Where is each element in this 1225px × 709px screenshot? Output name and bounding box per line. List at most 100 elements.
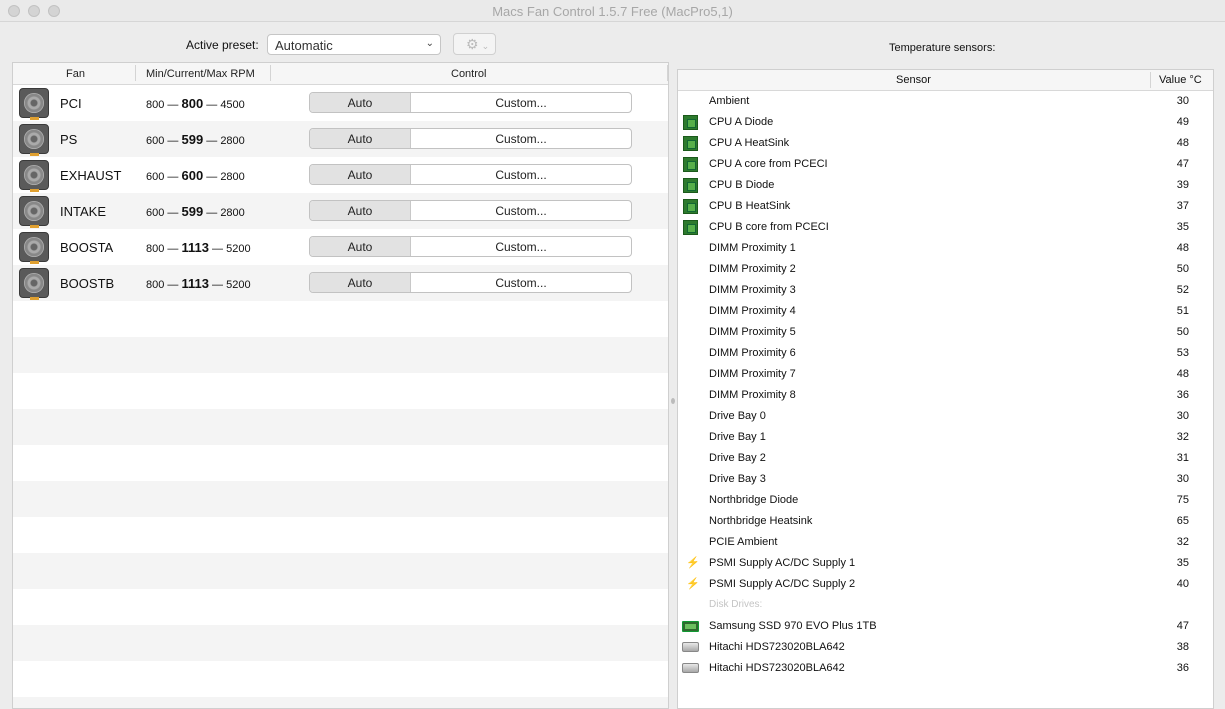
- column-fan[interactable]: Fan: [66, 68, 85, 80]
- disk-row[interactable]: Samsung SSD 970 EVO Plus 1TB 47: [678, 616, 1213, 637]
- sensor-value: 47: [1176, 158, 1189, 170]
- fan-rpm: 800 — 1113 — 5200: [146, 240, 251, 255]
- sensor-row[interactable]: ⚡ PSMI Supply AC/DC Supply 1 35: [678, 553, 1213, 574]
- active-preset-label: Active preset:: [186, 38, 259, 52]
- auto-button[interactable]: Auto: [310, 237, 411, 256]
- cpu-chip-icon: [683, 157, 698, 172]
- sensor-value: 52: [1176, 284, 1189, 296]
- cpu-chip-icon: [683, 115, 698, 130]
- sensor-row[interactable]: ⚡ PSMI Supply AC/DC Supply 2 40: [678, 574, 1213, 595]
- fan-row: PCI 800 — 800 — 4500 Auto Custom...: [13, 85, 668, 121]
- sensor-name: CPU B HeatSink: [709, 200, 791, 212]
- sensor-row[interactable]: Drive Bay 3 30: [678, 469, 1213, 490]
- fan-min-rpm: 800: [146, 243, 165, 255]
- fan-current-rpm: 599: [181, 204, 204, 219]
- sensor-name: Drive Bay 1: [709, 431, 766, 443]
- sensor-row[interactable]: Drive Bay 0 30: [678, 406, 1213, 427]
- fan-max-rpm: 2800: [220, 171, 245, 183]
- custom-button[interactable]: Custom...: [411, 129, 631, 148]
- fan-row: PS 600 — 599 — 2800 Auto Custom...: [13, 121, 668, 157]
- sensor-row[interactable]: DIMM Proximity 2 50: [678, 259, 1213, 280]
- active-preset-select[interactable]: Automatic ⌄: [267, 34, 441, 55]
- sensor-row[interactable]: DIMM Proximity 8 36: [678, 385, 1213, 406]
- auto-button[interactable]: Auto: [310, 129, 411, 148]
- fan-rpm: 800 — 800 — 4500: [146, 96, 245, 111]
- sensor-value: 30: [1176, 473, 1189, 485]
- empty-row: [13, 517, 668, 553]
- empty-row: [13, 625, 668, 661]
- sensor-row[interactable]: Drive Bay 1 32: [678, 427, 1213, 448]
- sensor-row[interactable]: Northbridge Diode 75: [678, 490, 1213, 511]
- auto-button[interactable]: Auto: [310, 93, 411, 112]
- fan-control-segment: Auto Custom...: [309, 128, 632, 149]
- sensor-value: 39: [1176, 179, 1189, 191]
- disk-value: 38: [1176, 641, 1189, 653]
- sensor-name: CPU A core from PCECI: [709, 158, 828, 170]
- sensor-row[interactable]: Ambient 30: [678, 91, 1213, 112]
- sensor-row[interactable]: CPU A HeatSink 48: [678, 133, 1213, 154]
- chevron-down-icon: ⌄: [481, 41, 490, 51]
- window-title: Macs Fan Control 1.5.7 Free (MacPro5,1): [492, 4, 733, 19]
- disk-drives-header: Disk Drives:: [709, 599, 763, 610]
- custom-button[interactable]: Custom...: [411, 273, 631, 292]
- sensor-name: CPU A Diode: [709, 116, 774, 128]
- fan-name: PS: [60, 132, 78, 147]
- disk-row[interactable]: Hitachi HDS723020BLA642 36: [678, 658, 1213, 679]
- sensor-row[interactable]: Northbridge Heatsink 65: [678, 511, 1213, 532]
- column-value[interactable]: Value °C: [1159, 74, 1202, 86]
- fan-rpm: 600 — 599 — 2800: [146, 204, 245, 219]
- fan-name: EXHAUST: [60, 168, 122, 183]
- sensor-value: 51: [1176, 305, 1189, 317]
- sensor-value: 36: [1176, 389, 1189, 401]
- sensor-value: 40: [1176, 578, 1189, 590]
- column-rpm[interactable]: Min/Current/Max RPM: [146, 68, 255, 80]
- sensor-row[interactable]: DIMM Proximity 7 48: [678, 364, 1213, 385]
- custom-button[interactable]: Custom...: [411, 165, 631, 184]
- sensor-row[interactable]: DIMM Proximity 5 50: [678, 322, 1213, 343]
- sensor-row[interactable]: CPU A Diode 49: [678, 112, 1213, 133]
- sensor-row[interactable]: CPU B HeatSink 37: [678, 196, 1213, 217]
- sensor-row[interactable]: Drive Bay 2 31: [678, 448, 1213, 469]
- auto-button[interactable]: Auto: [310, 165, 411, 184]
- split-view-handle[interactable]: [671, 398, 675, 404]
- custom-button[interactable]: Custom...: [411, 237, 631, 256]
- empty-row: [13, 481, 668, 517]
- column-control[interactable]: Control: [451, 68, 486, 80]
- fan-max-rpm: 2800: [220, 135, 245, 147]
- sensor-row[interactable]: CPU A core from PCECI 47: [678, 154, 1213, 175]
- sensor-row[interactable]: DIMM Proximity 6 53: [678, 343, 1213, 364]
- sensor-row[interactable]: CPU B Diode 39: [678, 175, 1213, 196]
- custom-button[interactable]: Custom...: [411, 201, 631, 220]
- sensor-row[interactable]: DIMM Proximity 4 51: [678, 301, 1213, 322]
- sensor-value: 35: [1176, 221, 1189, 233]
- sensor-row[interactable]: DIMM Proximity 3 52: [678, 280, 1213, 301]
- temperature-sensors-label: Temperature sensors:: [889, 42, 996, 54]
- gear-icon: ⚙: [466, 36, 479, 52]
- custom-button[interactable]: Custom...: [411, 93, 631, 112]
- sensor-row[interactable]: CPU B core from PCECI 35: [678, 217, 1213, 238]
- sensor-row[interactable]: PCIE Ambient 32: [678, 532, 1213, 553]
- fan-min-rpm: 600: [146, 171, 165, 183]
- fan-current-rpm: 800: [181, 96, 204, 111]
- sensor-name: DIMM Proximity 5: [709, 326, 796, 338]
- sensor-value: 48: [1176, 242, 1189, 254]
- sensor-name: CPU A HeatSink: [709, 137, 790, 149]
- fan-min-rpm: 800: [146, 99, 165, 111]
- sensor-table: Sensor Value °C Ambient 30 CPU A Diode 49 CP…: [677, 69, 1214, 709]
- fan-rows: PCI 800 — 800 — 4500 Auto Custom... PS 600 — …: [13, 85, 668, 708]
- auto-button[interactable]: Auto: [310, 273, 411, 292]
- auto-button[interactable]: Auto: [310, 201, 411, 220]
- empty-row: [13, 409, 668, 445]
- fan-max-rpm: 5200: [226, 279, 251, 291]
- empty-row: [13, 697, 668, 708]
- sensor-row[interactable]: DIMM Proximity 1 48: [678, 238, 1213, 259]
- fan-table: Fan Min/Current/Max RPM Control PCI 800 —…: [12, 62, 669, 709]
- sensor-name: DIMM Proximity 3: [709, 284, 796, 296]
- sensor-name: Drive Bay 2: [709, 452, 766, 464]
- column-sensor[interactable]: Sensor: [896, 74, 931, 86]
- preset-settings-button[interactable]: ⚙ ⌄: [453, 33, 496, 55]
- disk-row[interactable]: Hitachi HDS723020BLA642 38: [678, 637, 1213, 658]
- sensor-name: DIMM Proximity 8: [709, 389, 796, 401]
- disk-drives-header-row: Disk Drives:: [678, 595, 1213, 616]
- sensor-name: CPU B Diode: [709, 179, 775, 191]
